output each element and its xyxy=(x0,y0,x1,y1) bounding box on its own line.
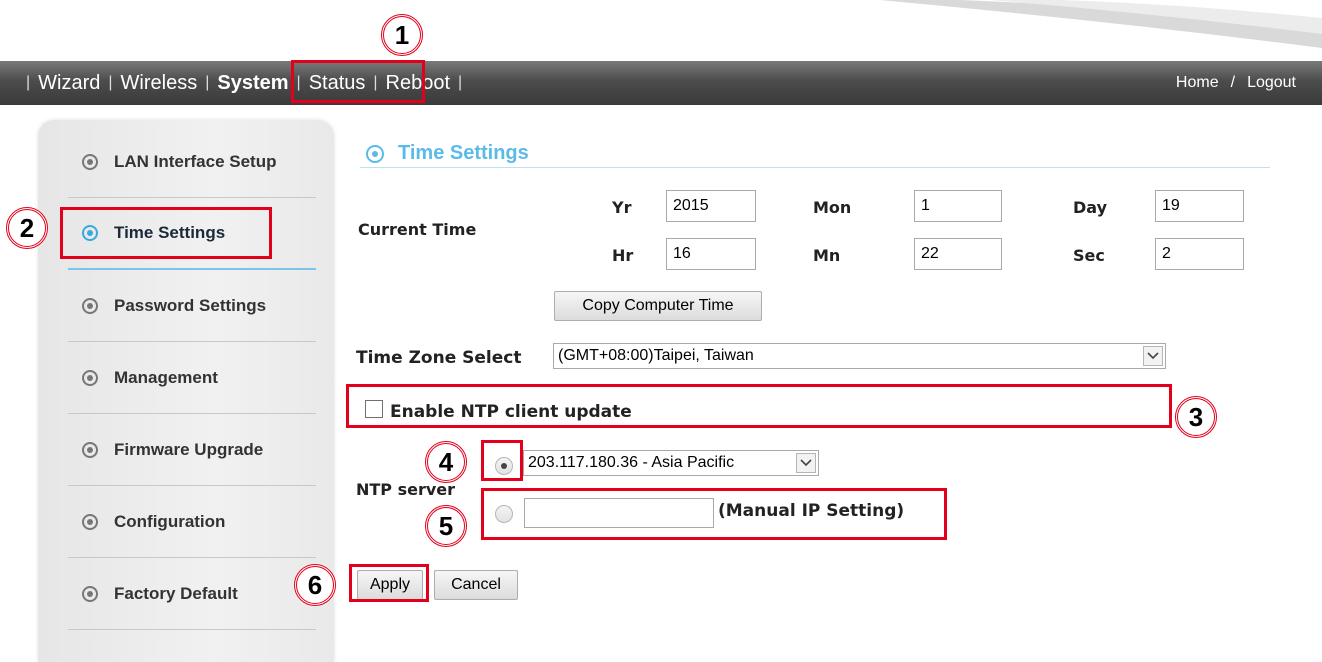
month-field[interactable] xyxy=(914,190,1002,222)
hour-label: Hr xyxy=(612,246,634,265)
day-label: Day xyxy=(1073,198,1108,217)
logout-link[interactable]: Logout xyxy=(1247,74,1296,92)
radio-bullet-icon xyxy=(82,441,98,458)
header-swoosh-decoration xyxy=(880,0,1322,48)
nav-item-system[interactable]: System xyxy=(217,72,288,95)
day-field[interactable] xyxy=(1155,190,1244,222)
link-separator: / xyxy=(1230,74,1236,91)
sidebar-item-factory-default[interactable]: Factory Default xyxy=(68,558,316,630)
minute-label: Mn xyxy=(813,246,841,265)
annotation-box-time-settings xyxy=(60,207,272,259)
copy-computer-time-button[interactable]: Copy Computer Time xyxy=(554,291,762,321)
ntp-server-selected-value: 203.117.180.36 - Asia Pacific xyxy=(528,454,735,471)
page-title-text: Time Settings xyxy=(398,142,529,164)
radio-bullet-icon xyxy=(82,585,98,602)
title-bullet-icon xyxy=(366,144,384,163)
second-label: Sec xyxy=(1073,246,1105,265)
annotation-number-1: 1 xyxy=(381,14,423,56)
home-link[interactable]: Home xyxy=(1176,74,1219,92)
annotation-number-2: 2 xyxy=(6,207,48,249)
radio-bullet-icon xyxy=(82,369,98,386)
annotation-number-6: 6 xyxy=(294,564,336,606)
sidebar: LAN Interface Setup Time Settings Passwo… xyxy=(38,120,334,662)
sidebar-item-lan-interface-setup[interactable]: LAN Interface Setup xyxy=(68,126,316,198)
sidebar-item-configuration[interactable]: Configuration xyxy=(68,486,316,558)
page-title: Time Settings xyxy=(360,140,1270,168)
hour-field[interactable] xyxy=(666,238,756,270)
annotation-number-3: 3 xyxy=(1175,396,1217,438)
year-label: Yr xyxy=(612,198,632,217)
radio-bullet-icon xyxy=(82,513,98,530)
chevron-down-icon xyxy=(1143,346,1163,366)
chevron-down-icon xyxy=(796,453,816,473)
sidebar-item-label: Factory Default xyxy=(114,583,238,603)
top-navigation-bar: | Wizard | Wireless | System | Status | … xyxy=(0,61,1322,105)
timezone-select[interactable]: (GMT+08:00)Taipei, Taiwan xyxy=(553,343,1166,369)
sidebar-item-label: Management xyxy=(114,367,218,387)
current-time-label: Current Time xyxy=(358,220,477,239)
sidebar-item-label: Password Settings xyxy=(114,295,267,315)
annotation-box-ntp-radio xyxy=(481,440,523,481)
radio-bullet-icon xyxy=(82,297,98,314)
minute-field[interactable] xyxy=(914,238,1002,270)
ntp-server-label: NTP server xyxy=(356,480,456,499)
annotation-box-apply xyxy=(349,564,429,602)
year-field[interactable] xyxy=(666,190,756,222)
month-label: Mon xyxy=(813,198,852,217)
annotation-box-enable-ntp xyxy=(346,384,1172,428)
radio-bullet-icon xyxy=(82,153,98,170)
second-field[interactable] xyxy=(1155,238,1244,270)
sidebar-item-password-settings[interactable]: Password Settings xyxy=(68,270,316,342)
nav-item-wireless[interactable]: Wireless xyxy=(121,72,198,95)
sidebar-item-label: LAN Interface Setup xyxy=(114,151,277,171)
annotation-number-4: 4 xyxy=(425,441,467,483)
nav-item-wizard[interactable]: Wizard xyxy=(38,72,100,95)
timezone-label: Time Zone Select xyxy=(356,348,522,368)
timezone-selected-value: (GMT+08:00)Taipei, Taiwan xyxy=(558,347,754,364)
annotation-box-manual-ip xyxy=(481,488,947,540)
sidebar-item-management[interactable]: Management xyxy=(68,342,316,414)
sidebar-item-label: Configuration xyxy=(114,511,226,531)
sidebar-item-firmware-upgrade[interactable]: Firmware Upgrade xyxy=(68,414,316,486)
account-links: Home / Logout xyxy=(1176,61,1296,105)
ntp-server-select[interactable]: 203.117.180.36 - Asia Pacific xyxy=(523,450,819,476)
sidebar-item-label: Firmware Upgrade xyxy=(114,439,264,459)
annotation-box-system xyxy=(291,60,425,103)
cancel-button[interactable]: Cancel xyxy=(434,570,518,600)
annotation-number-5: 5 xyxy=(425,505,467,547)
